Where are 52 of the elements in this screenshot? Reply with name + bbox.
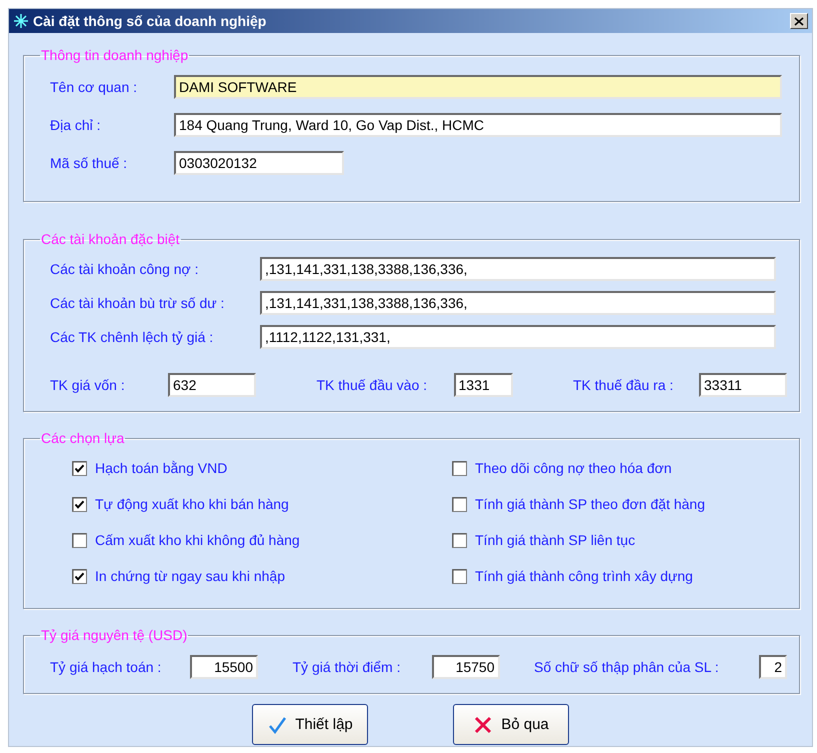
confirm-button[interactable]: Thiết lập (252, 704, 368, 745)
field-label: Số chữ số thập phân của SL : (534, 659, 720, 675)
input-field[interactable]: ,131,141,331,138,3388,136,336, (260, 257, 776, 281)
input-field[interactable]: 632 (168, 373, 256, 397)
group-title: Các chọn lựa (40, 430, 126, 446)
field-label: Tỷ giá hạch toán : (50, 659, 162, 675)
input-field[interactable]: 1331 (454, 373, 512, 397)
field-label: Tỷ giá thời điểm : (292, 659, 402, 675)
checkbox-label: In chứng từ ngay sau khi nhập (95, 568, 285, 584)
checkbox[interactable] (72, 532, 87, 548)
field-label: TK thuế đầu vào : (316, 377, 428, 393)
checkbox-label: Cấm xuất kho khi không đủ hàng (95, 532, 300, 548)
checkbox[interactable] (72, 568, 87, 584)
input-field[interactable]: DAMI SOFTWARE (174, 75, 782, 99)
input-field[interactable]: ,1112,1122,131,331, (260, 325, 776, 349)
group-title: Các tài khoản đặc biệt (40, 231, 181, 247)
close-button[interactable] (790, 13, 808, 29)
close-icon (794, 16, 804, 26)
group-title: Tỷ giá nguyên tệ (USD) (40, 627, 188, 643)
field-label: Các tài khoản bù trừ số dư : (50, 295, 226, 311)
checkmark-icon (267, 714, 288, 734)
checkbox[interactable] (72, 460, 87, 476)
checkbox[interactable] (452, 496, 467, 512)
checkbox-label: Theo dõi công nợ theo hóa đơn (475, 460, 672, 476)
field-label: TK giá vốn : (50, 377, 126, 393)
cross-icon (473, 714, 494, 734)
checkbox-label: Tự động xuất kho khi bán hàng (95, 496, 289, 512)
input-field[interactable]: 0303020132 (174, 151, 344, 175)
cancel-button[interactable]: Bỏ qua (453, 704, 569, 745)
window-title: Cài đặt thông số của doanh nghiệp (33, 13, 266, 29)
field-label: Các TK chênh lệch tỷ giá : (50, 329, 214, 345)
field-label: Các tài khoản công nợ : (50, 261, 200, 277)
checkbox[interactable] (72, 496, 87, 512)
input-field[interactable]: 15750 (432, 655, 500, 679)
checkbox[interactable] (452, 568, 467, 584)
input-field[interactable]: ,131,141,331,138,3388,136,336, (260, 291, 776, 315)
input-field[interactable]: 2 (759, 655, 787, 679)
group-title: Thông tin doanh nghiệp (40, 47, 190, 63)
checkbox-label: Tính giá thành công trình xây dựng (475, 568, 693, 584)
snowflake-icon (13, 13, 29, 29)
checkbox-label: Tính giá thành SP theo đơn đặt hàng (475, 496, 705, 512)
input-field[interactable]: 184 Quang Trung, Ward 10, Go Vap Dist., HCMC (174, 113, 782, 137)
checkbox[interactable] (452, 460, 467, 476)
field-label: Mã số thuế : (50, 155, 128, 171)
checkbox-label: Hạch toán bằng VND (95, 460, 228, 476)
input-field[interactable]: 15500 (190, 655, 258, 679)
field-label: TK thuế đầu ra : (573, 377, 674, 393)
checkbox[interactable] (452, 532, 467, 548)
field-label: Tên cơ quan : (50, 79, 138, 95)
input-field[interactable]: 33311 (699, 373, 787, 397)
field-label: Địa chỉ : (50, 117, 102, 133)
checkbox-label: Tính giá thành SP liên tục (475, 532, 636, 548)
